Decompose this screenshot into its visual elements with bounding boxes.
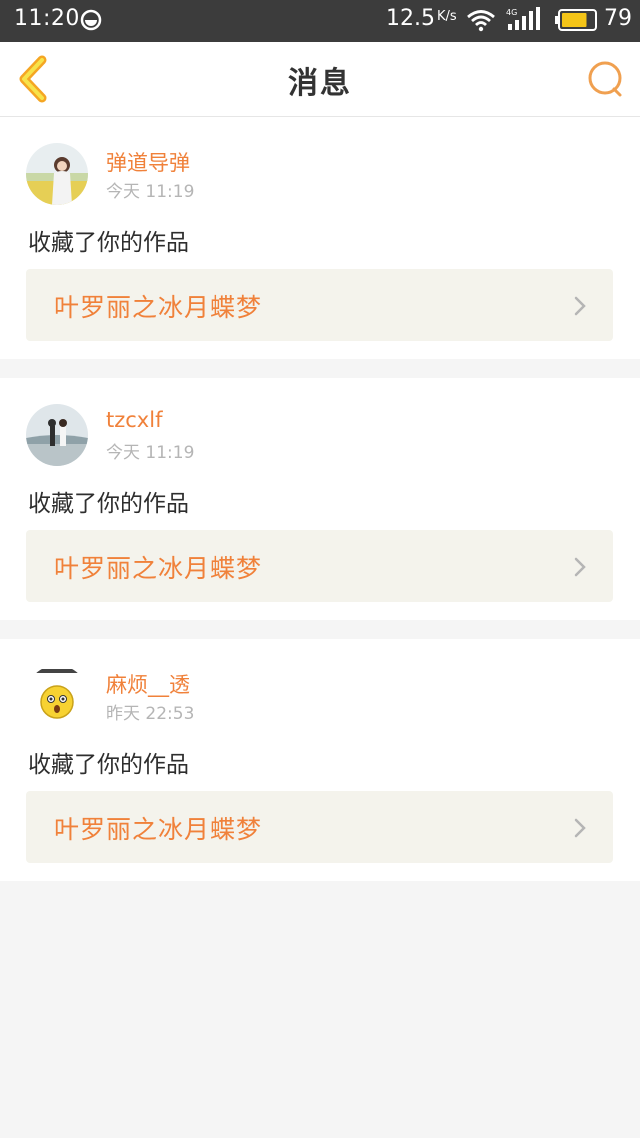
work-link[interactable]: 叶罗丽之冰月蝶梦 [26, 269, 613, 341]
avatar[interactable] [26, 404, 88, 466]
action-text: 收藏了你的作品 [28, 230, 189, 256]
chevron-right-icon [574, 296, 586, 316]
chevron-right-icon [574, 557, 586, 577]
timestamp: 今天 11:19 [106, 443, 195, 463]
action-text: 收藏了你的作品 [28, 491, 189, 517]
work-link[interactable]: 叶罗丽之冰月蝶梦 [26, 530, 613, 602]
signal-icon: 4G [506, 7, 540, 30]
status-time: 11:20 [14, 6, 80, 31]
message-card: tzcxlf 今天 11:19 收藏了你的作品 叶罗丽之冰月蝶梦 [0, 378, 640, 620]
clock-icon [80, 9, 102, 31]
network-type-label: 4G [506, 8, 517, 17]
message-card: 麻烦__透 昨天 22:53 收藏了你的作品 叶罗丽之冰月蝶梦 [0, 639, 640, 881]
username[interactable]: 弹道导弹 [106, 147, 190, 177]
search-icon[interactable] [584, 58, 626, 100]
network-speed: 12.5 K/s [386, 6, 457, 31]
message-card: 弹道导弹 今天 11:19 收藏了你的作品 叶罗丽之冰月蝶梦 [0, 117, 640, 359]
wifi-icon [467, 10, 495, 32]
page-title: 消息 [288, 66, 352, 101]
work-title: 叶罗丽之冰月蝶梦 [54, 554, 263, 583]
battery-icon [555, 9, 597, 31]
app-header: 消息 [0, 42, 640, 117]
work-title: 叶罗丽之冰月蝶梦 [54, 293, 263, 322]
battery-percent: 79 [604, 6, 632, 31]
username[interactable]: 麻烦__透 [106, 669, 190, 699]
timestamp: 昨天 22:53 [106, 704, 195, 724]
chevron-right-icon [574, 818, 586, 838]
status-bar: 11:20 12.5 K/s 4G 79 [0, 0, 640, 42]
username[interactable]: tzcxlf [106, 408, 162, 432]
avatar[interactable] [26, 665, 88, 727]
action-text: 收藏了你的作品 [28, 752, 189, 778]
timestamp: 今天 11:19 [106, 182, 195, 202]
avatar[interactable] [26, 143, 88, 205]
work-link[interactable]: 叶罗丽之冰月蝶梦 [26, 791, 613, 863]
work-title: 叶罗丽之冰月蝶梦 [54, 815, 263, 844]
